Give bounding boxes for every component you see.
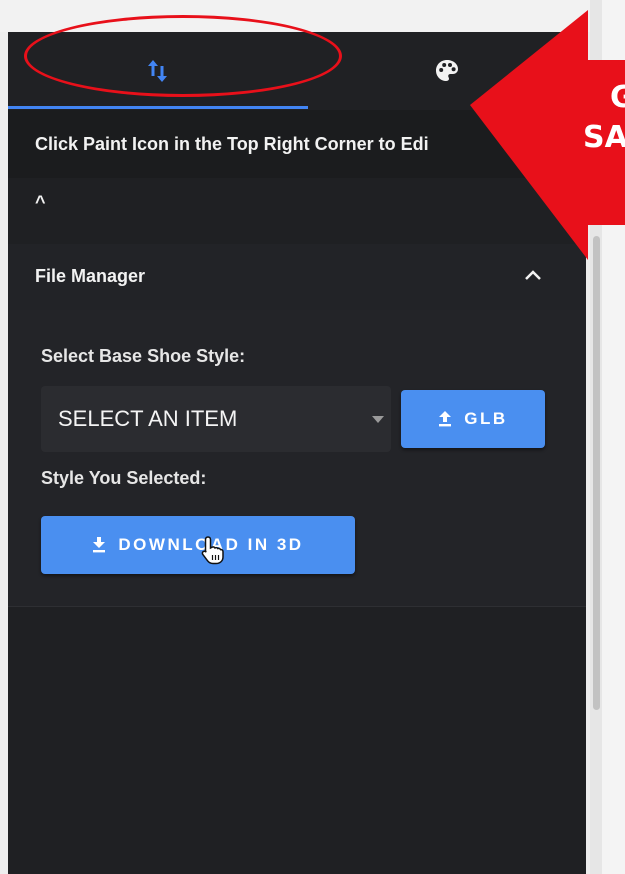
glb-button-label: GLB — [464, 409, 508, 428]
scrollbar-thumb[interactable] — [593, 236, 600, 710]
download-3d-button[interactable]: DOWNLOAD IN 3D — [41, 516, 355, 574]
hint-text: Click Paint Icon in the Top Right Corner… — [35, 134, 429, 154]
base-style-select[interactable]: SELECT AN ITEM — [41, 386, 391, 452]
selected-style-label: Style You Selected: — [41, 468, 207, 488]
upload-glb-button[interactable]: GLB — [401, 390, 545, 448]
annotation-text-line1: G — [610, 80, 625, 115]
palette-icon — [436, 60, 458, 81]
file-manager-body: Select Base Shoe Style: SELECT AN ITEM G… — [8, 310, 586, 606]
annotation-ellipse — [24, 15, 342, 97]
chevron-up-icon — [525, 270, 541, 280]
file-manager-title: File Manager — [35, 266, 146, 286]
dropdown-caret-icon — [372, 416, 384, 423]
collapse-caret[interactable]: ^ — [35, 192, 46, 213]
select-value: SELECT AN ITEM — [58, 406, 238, 431]
active-tab-indicator — [8, 106, 308, 109]
annotation-text-line2: SAV — [583, 120, 625, 155]
section-divider — [8, 606, 586, 607]
base-style-label: Select Base Shoe Style: — [41, 346, 246, 366]
hand-cursor-icon — [201, 536, 224, 565]
upload-icon — [439, 411, 452, 427]
download-icon — [93, 537, 106, 553]
